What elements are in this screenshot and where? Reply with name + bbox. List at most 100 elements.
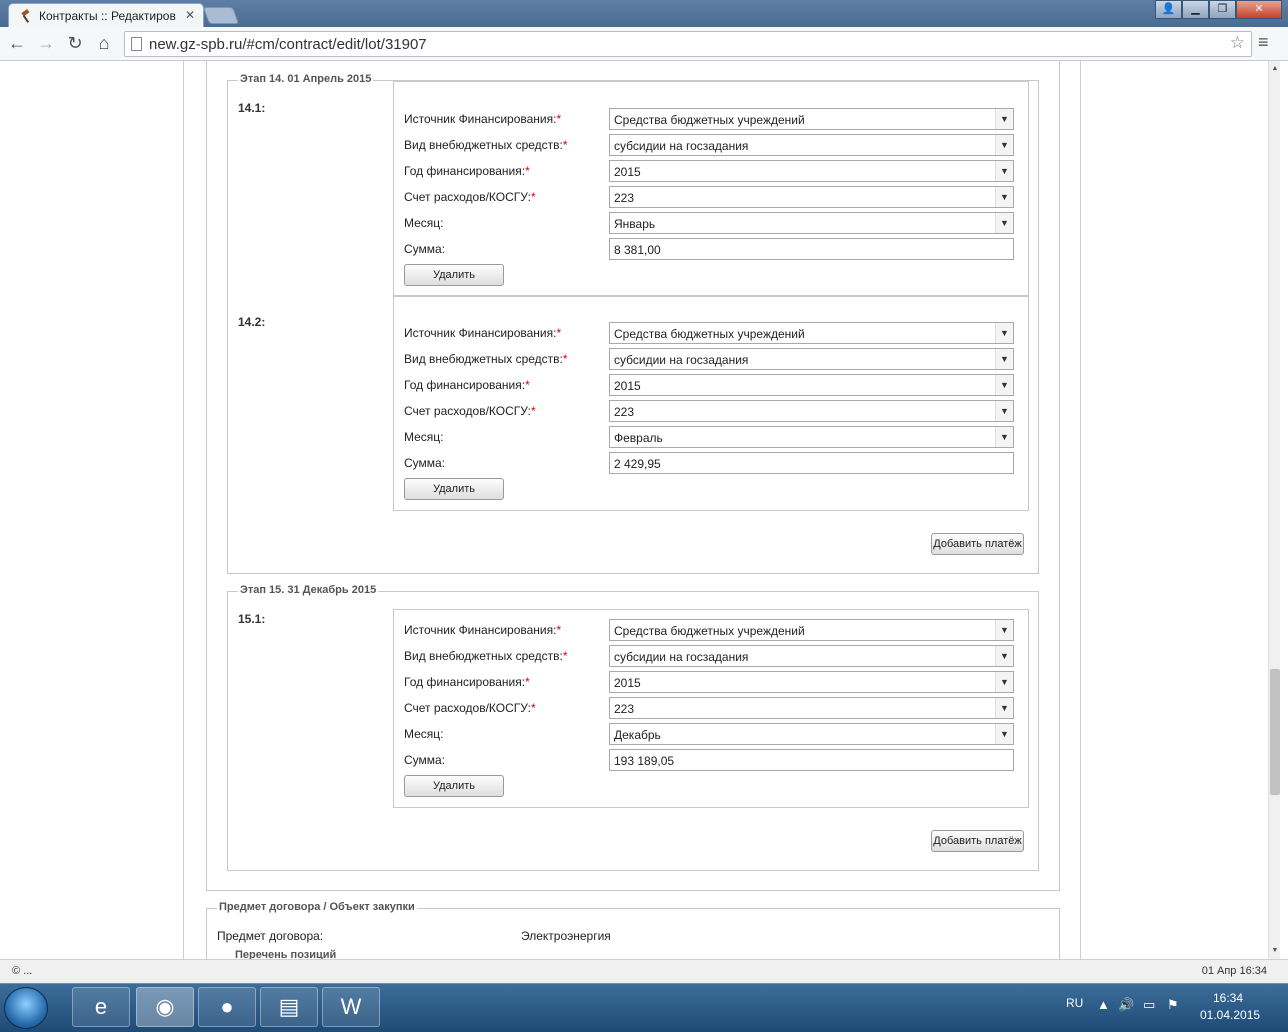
clock-time[interactable]: 16:34	[1213, 991, 1243, 1005]
source-select[interactable]: Средства бюджетных учреждений ▼	[609, 108, 1014, 130]
month-label: Месяц:	[404, 216, 444, 230]
year-label: Год финансирования:*	[404, 378, 530, 392]
account-select[interactable]: 223 ▼	[609, 697, 1014, 719]
sum-label: Сумма:	[404, 753, 446, 767]
tab-title: Контракты :: Редактиров	[39, 9, 176, 23]
account-row: Счет расходов/КОСГУ:* 223 ▼	[404, 697, 1016, 719]
source-select[interactable]: Средства бюджетных учреждений ▼	[609, 619, 1014, 641]
window-controls: 👤 ▁ ❐ ✕	[1155, 0, 1282, 19]
sum-input[interactable]: 2 429,95	[609, 452, 1014, 474]
windows-taskbar: e ◉ ● ▤ W RU ▲ 🔊 ▭ ⚑ 16:34 01.04.2015	[0, 983, 1288, 1032]
chevron-down-icon: ▼	[995, 187, 1013, 207]
payment-box: Источник Финансирования:* Средства бюдже…	[393, 609, 1029, 808]
subject-legend: Предмет договора / Объект закупки	[217, 901, 417, 913]
source-row: Источник Финансирования:* Средства бюдже…	[404, 619, 1016, 641]
source-select[interactable]: Средства бюджетных учреждений ▼	[609, 322, 1014, 344]
subject-value: Электроэнергия	[521, 929, 611, 943]
delete-payment-button[interactable]: Удалить	[404, 264, 504, 286]
status-copyright: © ...	[12, 965, 33, 977]
delete-payment-button[interactable]: Удалить	[404, 478, 504, 500]
source-row: Источник Финансирования:* Средства бюдже…	[404, 108, 1016, 130]
forward-icon[interactable]: →	[34, 32, 58, 56]
type-select[interactable]: субсидии на госзадания ▼	[609, 348, 1014, 370]
chevron-down-icon: ▼	[995, 620, 1013, 640]
type-select[interactable]: субсидии на госзадания ▼	[609, 645, 1014, 667]
month-select[interactable]: Январь ▼	[609, 212, 1014, 234]
sum-row: Сумма: 193 189,05	[404, 749, 1016, 771]
month-label: Месяц:	[404, 727, 444, 741]
year-row: Год финансирования:* 2015 ▼	[404, 160, 1016, 182]
subject-fieldset: Предмет договора / Объект закупки Предме…	[206, 901, 1060, 959]
source-label: Источник Финансирования:*	[404, 112, 562, 126]
account-row: Счет расходов/КОСГУ:* 223 ▼	[404, 400, 1016, 422]
stage-legend: Этап 15. 31 Декабрь 2015	[238, 584, 379, 596]
home-icon[interactable]: ⌂	[92, 32, 116, 56]
add-payment-button[interactable]: Добавить платёж	[931, 830, 1024, 852]
month-label: Месяц:	[404, 430, 444, 444]
internet-explorer-icon[interactable]: e	[72, 987, 130, 1027]
month-select[interactable]: Февраль ▼	[609, 426, 1014, 448]
chevron-down-icon: ▼	[995, 135, 1013, 155]
vertical-scrollbar[interactable]: ▲ ▼	[1268, 61, 1280, 959]
close-window-button[interactable]: ✕	[1236, 0, 1282, 19]
menu-icon[interactable]: ≡	[1258, 32, 1269, 53]
type-select[interactable]: субсидии на госзадания ▼	[609, 134, 1014, 156]
year-select[interactable]: 2015 ▼	[609, 671, 1014, 693]
month-row: Месяц: Январь ▼	[404, 212, 1016, 234]
year-row: Год финансирования:* 2015 ▼	[404, 374, 1016, 396]
word-icon[interactable]: W	[322, 987, 380, 1027]
type-row: Вид внебюджетных средств:* субсидии на г…	[404, 645, 1016, 667]
source-label: Источник Финансирования:*	[404, 623, 562, 637]
chevron-down-icon: ▼	[995, 698, 1013, 718]
network-icon[interactable]: ▭	[1143, 997, 1155, 1013]
user-icon[interactable]: 👤	[1155, 0, 1182, 19]
volume-icon[interactable]: 🔊	[1118, 997, 1134, 1013]
scroll-down-icon[interactable]: ▼	[1269, 945, 1281, 957]
type-label: Вид внебюджетных средств:*	[404, 352, 568, 366]
bookmark-star-icon[interactable]: ☆	[1230, 33, 1245, 53]
month-select[interactable]: Декабрь ▼	[609, 723, 1014, 745]
minimize-button[interactable]: ▁	[1182, 0, 1209, 19]
source-row: Источник Финансирования:* Средства бюдже…	[404, 322, 1016, 344]
chevron-down-icon: ▼	[995, 427, 1013, 447]
scroll-thumb[interactable]	[1270, 669, 1280, 795]
year-select[interactable]: 2015 ▼	[609, 160, 1014, 182]
language-indicator[interactable]: RU	[1066, 996, 1083, 1010]
delete-payment-button[interactable]: Удалить	[404, 775, 504, 797]
account-select[interactable]: 223 ▼	[609, 400, 1014, 422]
payment-number: 14.1:	[238, 101, 266, 115]
chevron-down-icon: ▼	[995, 349, 1013, 369]
stage-fieldset: Этап 15. 31 Декабрь 2015 15.1: Источник …	[227, 584, 1039, 871]
new-tab-button[interactable]	[202, 7, 240, 24]
add-payment-button[interactable]: Добавить платёж	[931, 533, 1024, 555]
chrome-icon[interactable]: ◉	[136, 987, 194, 1027]
maximize-button[interactable]: ❐	[1209, 0, 1236, 19]
sum-input[interactable]: 193 189,05	[609, 749, 1014, 771]
reload-icon[interactable]: ↻	[63, 32, 87, 56]
back-icon[interactable]: ←	[5, 32, 29, 56]
year-label: Год финансирования:*	[404, 675, 530, 689]
subject-label: Предмет договора:	[217, 929, 324, 943]
chevron-down-icon: ▼	[995, 109, 1013, 129]
browser-tab[interactable]: Контракты :: Редактиров ✕	[8, 3, 204, 27]
clock-date[interactable]: 01.04.2015	[1200, 1008, 1260, 1022]
tab-close-icon[interactable]: ✕	[185, 8, 195, 22]
year-select[interactable]: 2015 ▼	[609, 374, 1014, 396]
app-icon[interactable]: ●	[198, 987, 256, 1027]
year-label: Год финансирования:*	[404, 164, 530, 178]
chevron-down-icon: ▼	[995, 646, 1013, 666]
sum-input[interactable]: 8 381,00	[609, 238, 1014, 260]
gavel-icon	[21, 9, 30, 23]
start-button[interactable]	[4, 987, 48, 1029]
scroll-up-icon[interactable]: ▲	[1269, 63, 1281, 75]
tray-expand-icon[interactable]: ▲	[1097, 997, 1110, 1012]
account-select[interactable]: 223 ▼	[609, 186, 1014, 208]
account-label: Счет расходов/КОСГУ:*	[404, 701, 536, 715]
flag-icon[interactable]: ⚑	[1167, 997, 1179, 1013]
chevron-down-icon: ▼	[995, 161, 1013, 181]
folder-icon[interactable]: ▤	[260, 987, 318, 1027]
payment-number: 14.2:	[238, 315, 266, 329]
address-bar[interactable]: new.gz-spb.ru/#cm/contract/edit/lot/3190…	[124, 31, 1252, 57]
account-row: Счет расходов/КОСГУ:* 223 ▼	[404, 186, 1016, 208]
account-label: Счет расходов/КОСГУ:*	[404, 404, 536, 418]
